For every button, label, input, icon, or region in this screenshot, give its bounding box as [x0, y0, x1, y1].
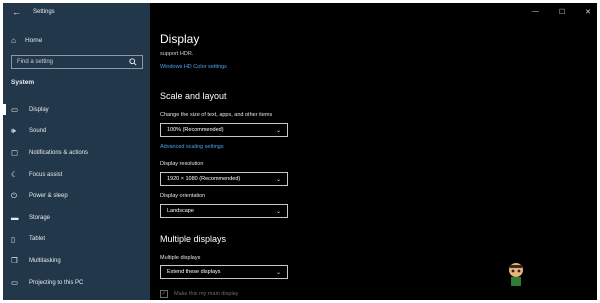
sidebar-item-label: Multitasking: [29, 257, 61, 264]
app-title: Settings: [33, 9, 55, 15]
sidebar-item-power-sleep[interactable]: ⏻ Power & sleep: [3, 185, 150, 207]
home-icon: ⌂: [11, 35, 16, 45]
search-input[interactable]: Find a setting: [11, 55, 143, 69]
title-bar: ← Settings: [3, 3, 150, 23]
sidebar-item-label: Display: [29, 106, 49, 113]
chevron-down-icon: ⌄: [275, 176, 281, 183]
sidebar-item-storage[interactable]: ▬ Storage: [3, 207, 150, 229]
sound-icon: 🕪: [11, 126, 16, 136]
sidebar-item-label: Sound: [29, 128, 47, 135]
sidebar-item-label: Notifications & actions: [29, 149, 89, 156]
sidebar-item-label: Tablet: [29, 236, 46, 243]
scale-dropdown[interactable]: 100% (Recommended) ⌄: [160, 123, 288, 137]
orientation-label: Display orientation: [160, 193, 206, 199]
resolution-value: 1920 × 1080 (Recommended): [167, 176, 241, 182]
window-controls: — ☐ ✕: [532, 8, 591, 16]
scale-layout-heading: Scale and layout: [160, 91, 227, 101]
sidebar-item-notifications-actions[interactable]: ▢ Notifications & actions: [3, 142, 150, 164]
maximize-icon[interactable]: ☐: [559, 8, 565, 16]
chevron-down-icon: ⌄: [275, 269, 281, 276]
sidebar-item-label: Storage: [29, 214, 51, 221]
sidebar: ← Settings ⌂ Home Find a setting System …: [3, 3, 150, 300]
home-label: Home: [25, 36, 43, 44]
sidebar-item-label: Projecting to this PC: [29, 279, 84, 286]
search-icon: [129, 58, 137, 66]
monitor-icon: ▭: [11, 105, 19, 115]
notifications-icon: ▢: [11, 148, 19, 158]
scale-label: Change the size of text, apps, and other…: [160, 112, 273, 118]
home-link[interactable]: ⌂ Home: [11, 34, 42, 46]
main-display-checkbox-row[interactable]: ✓ Make this my main display: [160, 290, 239, 298]
orientation-dropdown[interactable]: Landscape ⌄: [160, 204, 288, 218]
power-icon: ⏻: [11, 191, 17, 201]
sidebar-item-label: Focus assist: [29, 171, 63, 178]
sidebar-item-label: Power & sleep: [29, 193, 68, 200]
storage-icon: ▬: [11, 213, 19, 223]
close-icon[interactable]: ✕: [585, 8, 591, 16]
settings-window: ← Settings ⌂ Home Find a setting System …: [3, 3, 597, 300]
sidebar-item-multitasking[interactable]: ❐ Multitasking: [3, 250, 150, 272]
multiple-displays-dropdown[interactable]: Extend these displays ⌄: [160, 265, 288, 279]
orientation-value: Landscape: [167, 208, 194, 214]
minimize-icon[interactable]: —: [532, 8, 539, 16]
hdr-color-settings-link[interactable]: Windows HD Color settings: [160, 64, 227, 70]
focus-assist-icon: ☾: [11, 170, 18, 180]
main-content: — ☐ ✕ Display support HDR. Windows HD Co…: [150, 3, 597, 300]
sidebar-nav: ▭ Display 🕪 Sound ▢ Notifications & actions ☾ F…: [3, 99, 150, 293]
multitasking-icon: ❐: [11, 256, 18, 266]
chevron-down-icon: ⌄: [275, 208, 281, 215]
resolution-dropdown[interactable]: 1920 × 1080 (Recommended) ⌄: [160, 172, 288, 186]
projecting-icon: ▭: [11, 278, 19, 288]
appuals-logo-icon: [509, 263, 523, 286]
main-display-label: Make this my main display: [174, 291, 239, 297]
sidebar-item-projecting-to-this-pc[interactable]: ▭ Projecting to this PC: [3, 272, 150, 294]
hdr-support-text: support HDR.: [160, 51, 194, 57]
multiple-displays-label: Multiple displays: [160, 255, 201, 261]
advanced-scaling-link[interactable]: Advanced scaling settings: [160, 144, 224, 150]
tablet-icon: ▯: [11, 234, 16, 244]
back-arrow-icon[interactable]: ←: [12, 7, 21, 17]
sidebar-item-display[interactable]: ▭ Display: [3, 99, 150, 121]
main-display-checkbox[interactable]: ✓: [160, 290, 168, 298]
sidebar-item-focus-assist[interactable]: ☾ Focus assist: [3, 164, 150, 186]
resolution-label: Display resolution: [160, 161, 204, 167]
chevron-down-icon: ⌄: [275, 127, 281, 134]
search-placeholder: Find a setting: [17, 59, 54, 65]
multiple-displays-heading: Multiple displays: [160, 234, 227, 244]
sidebar-item-sound[interactable]: 🕪 Sound: [3, 121, 150, 143]
multiple-displays-value: Extend these displays: [167, 269, 221, 275]
page-title: Display: [160, 32, 200, 46]
scale-value: 100% (Recommended): [167, 127, 224, 133]
sidebar-item-tablet[interactable]: ▯ Tablet: [3, 229, 150, 251]
section-label: System: [11, 79, 35, 86]
